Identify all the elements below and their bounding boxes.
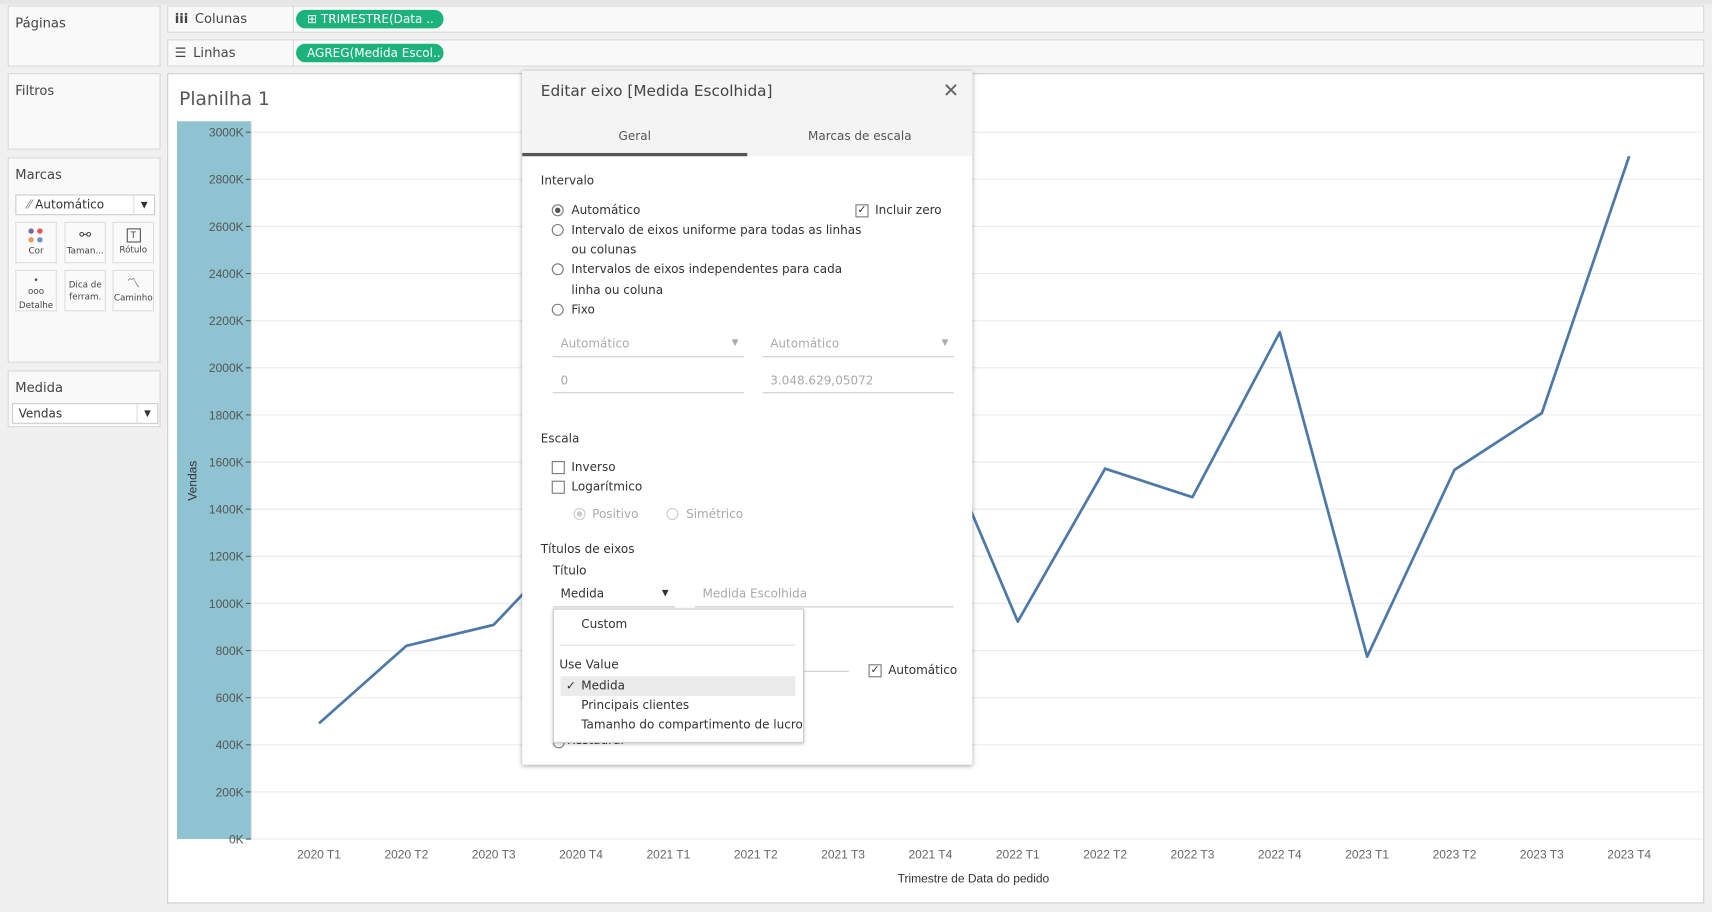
chevron-down-icon: ▼ <box>731 337 739 348</box>
range-independent-label-2: linha ou coluna <box>571 282 664 298</box>
range-end-dropdown[interactable]: Automático ▼ <box>762 334 954 358</box>
title-source-menu: Custom Use Value ✓ Medida Principais cli… <box>552 608 805 743</box>
menu-divider <box>560 644 796 646</box>
title-input-value: Medida Escolhida <box>702 586 808 601</box>
y-tick-label: 1400K <box>209 503 244 517</box>
close-icon[interactable]: ✕ <box>943 80 959 103</box>
subtitle-auto-label: Automático <box>888 663 958 678</box>
y-tick-label: 1000K <box>209 597 244 611</box>
range-start-value: 0 <box>560 373 569 388</box>
menu-item-principais-clientes[interactable]: Principais clientes <box>581 698 689 712</box>
y-tick-label: 2200K <box>209 314 244 328</box>
check-icon: ✓ <box>565 678 576 693</box>
symmetric-radio[interactable] <box>666 508 679 521</box>
tab-marcas-label: Marcas de escala <box>807 128 912 144</box>
scale-heading: Escala <box>540 431 580 446</box>
x-tick-label: 2021 T2 <box>734 848 778 862</box>
range-uniform-radio[interactable] <box>551 223 564 236</box>
chevron-down-icon: ▼ <box>941 337 949 348</box>
range-end-input[interactable]: 3.048.629,05072 <box>762 371 954 394</box>
edit-axis-dialog: Editar eixo [Medida Escolhida] ✕ Geral M… <box>522 71 973 765</box>
x-tick-label: 2021 T4 <box>909 848 953 862</box>
axis-titles-heading: Títulos de eixos <box>540 541 635 557</box>
y-tick-label: 3000K <box>209 126 244 140</box>
menu-item-medida-label: Medida <box>581 678 625 693</box>
y-tick-label: 200K <box>216 785 244 799</box>
y-tick-label: 0K <box>229 832 244 846</box>
positive-label: Positivo <box>592 506 639 522</box>
range-fixed-radio[interactable] <box>551 303 564 316</box>
y-tick-label: 2000K <box>209 361 244 375</box>
include-zero-checkbox[interactable]: ✓ <box>855 204 869 218</box>
menu-item-medida[interactable]: ✓ Medida <box>560 676 796 696</box>
tableau-workspace: Páginas Filtros Marcas ⁄⁄ Automático ▼ C… <box>0 0 1712 912</box>
range-uniform-label-2: ou colunas <box>571 242 637 257</box>
y-tick-label: 400K <box>216 738 244 752</box>
y-tick-label: 600K <box>216 691 244 705</box>
range-independent-label: Intervalos de eixos independentes para c… <box>571 262 843 277</box>
range-heading: Intervalo <box>540 173 595 188</box>
y-tick-label: 1600K <box>209 455 244 469</box>
symmetric-label: Simétrico <box>686 506 744 522</box>
y-tick-label: 1800K <box>209 408 244 422</box>
x-axis-title: Trimestre de Data do pedido <box>898 872 1050 886</box>
range-automatic-label: Automático <box>571 203 641 218</box>
range-start-select-value: Automático <box>560 336 630 351</box>
y-tick-label: 800K <box>216 644 244 658</box>
y-tick-label: 2400K <box>209 267 244 281</box>
x-tick-label: 2022 T1 <box>996 848 1040 862</box>
range-start-input[interactable]: 0 <box>552 371 744 394</box>
tab-geral-label: Geral <box>618 128 651 144</box>
x-tick-label: 2023 T1 <box>1345 848 1389 862</box>
log-label: Logarítmico <box>571 479 643 494</box>
tab-geral[interactable]: Geral <box>522 121 748 157</box>
range-end-value: 3.048.629,05072 <box>770 373 874 388</box>
range-automatic-radio[interactable] <box>551 204 564 217</box>
log-checkbox[interactable] <box>551 480 565 494</box>
range-independent-radio[interactable] <box>551 263 564 276</box>
x-tick-label: 2020 T4 <box>559 848 603 862</box>
x-tick-label: 2021 T3 <box>821 848 865 862</box>
y-tick-label: 2800K <box>209 173 244 187</box>
sales-line <box>318 155 1631 725</box>
chevron-down-icon: ▼ <box>661 587 669 598</box>
x-tick-label: 2023 T3 <box>1520 848 1564 862</box>
x-tick-label: 2022 T3 <box>1171 848 1215 862</box>
subtitle-auto-checkbox[interactable]: ✓ <box>868 664 882 678</box>
range-start-dropdown[interactable]: Automático ▼ <box>552 334 744 358</box>
x-tick-label: 2022 T4 <box>1258 848 1302 862</box>
x-tick-label: 2020 T2 <box>384 848 428 862</box>
range-fixed-label: Fixo <box>571 302 595 317</box>
title-source-dropdown[interactable]: Medida ▼ <box>552 584 676 608</box>
include-zero-label: Incluir zero <box>875 203 942 218</box>
range-end-select-value: Automático <box>770 336 840 351</box>
range-uniform-label: Intervalo de eixos uniforme para todas a… <box>571 222 862 238</box>
reverse-label: Inverso <box>571 459 616 475</box>
x-tick-label: 2022 T2 <box>1083 848 1127 862</box>
y-axis-title: Vendas <box>186 461 200 501</box>
x-tick-label: 2023 T2 <box>1433 848 1477 862</box>
menu-group-label: Use Value <box>559 657 619 672</box>
reverse-checkbox[interactable] <box>551 461 565 475</box>
y-tick-label: 2600K <box>209 220 244 234</box>
tab-marcas-de-escala[interactable]: Marcas de escala <box>747 121 972 156</box>
title-input[interactable]: Medida Escolhida <box>694 584 954 608</box>
dialog-title: Editar eixo [Medida Escolhida] <box>540 83 773 101</box>
x-tick-label: 2020 T1 <box>297 848 341 862</box>
menu-item-tamanho-compartimento[interactable]: Tamanho do compartimento de lucro <box>581 718 803 732</box>
title-source-value: Medida <box>560 586 605 601</box>
menu-item-custom[interactable]: Custom <box>581 617 627 631</box>
x-tick-label: 2023 T4 <box>1607 848 1651 862</box>
x-tick-label: 2021 T1 <box>646 848 690 862</box>
title-label: Título <box>552 563 587 578</box>
x-tick-label: 2020 T3 <box>472 848 516 862</box>
y-tick-label: 1200K <box>209 550 244 564</box>
positive-radio[interactable] <box>573 508 586 521</box>
